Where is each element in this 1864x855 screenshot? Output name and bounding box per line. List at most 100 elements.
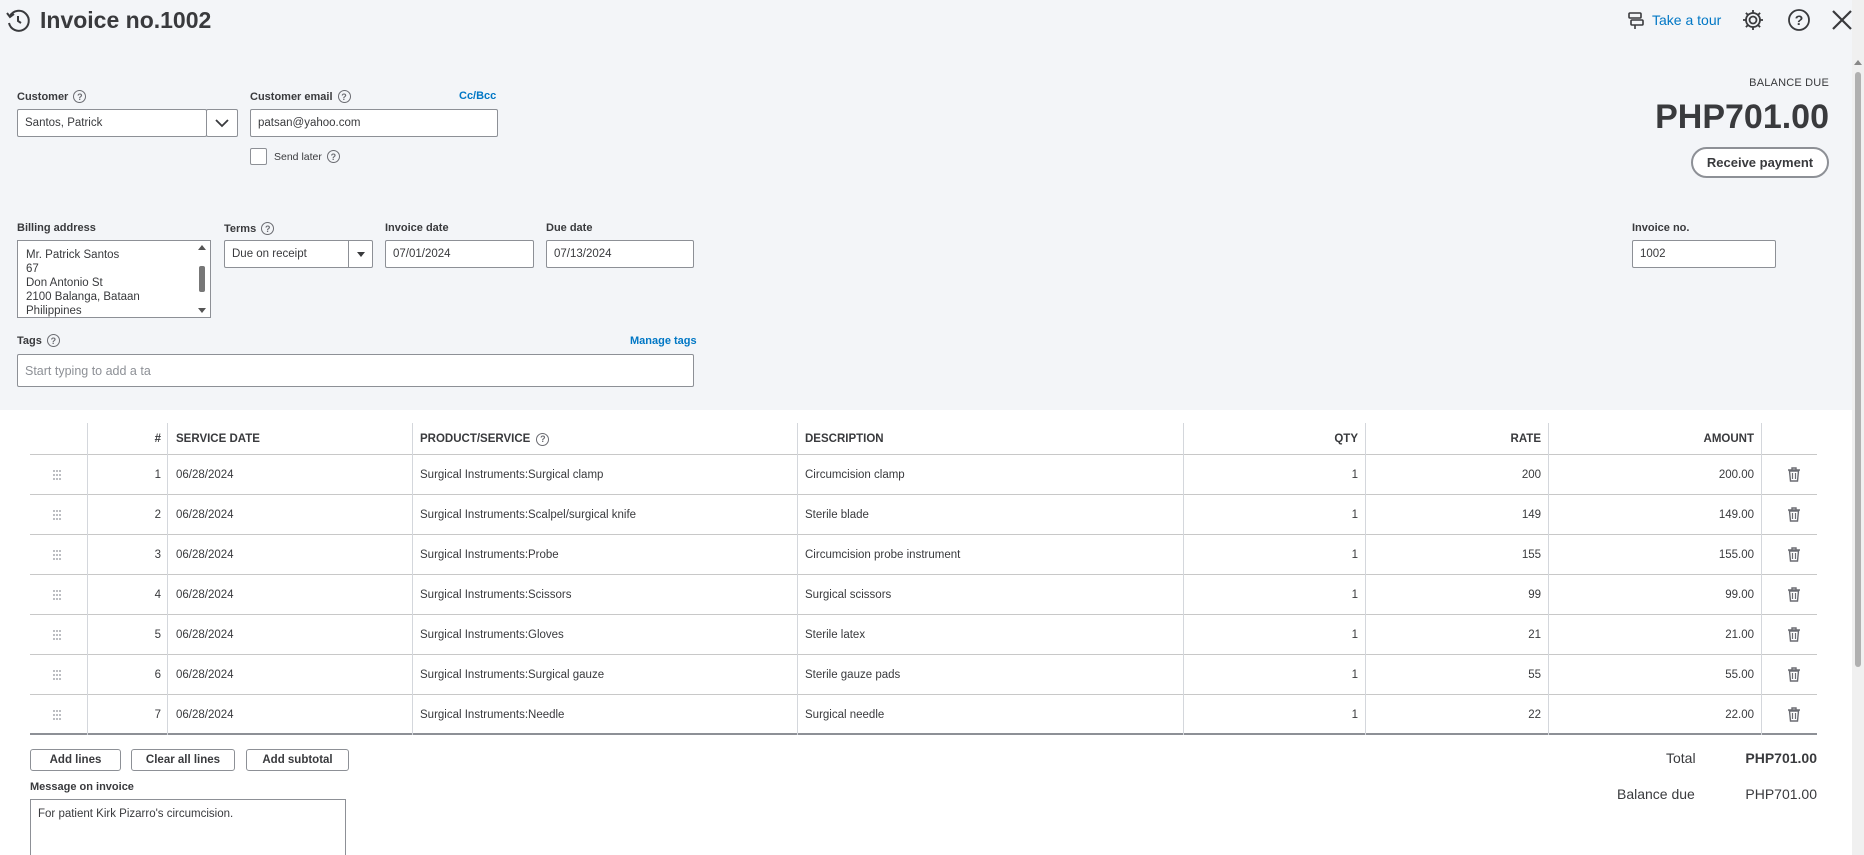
table-row[interactable]: 7 06/28/2024 Surgical Instruments:Needle Su…: [30, 695, 1817, 735]
cell-amount[interactable]: 22.00: [1548, 695, 1754, 735]
trash-icon[interactable]: [1787, 587, 1801, 602]
table-row[interactable]: 4 06/28/2024 Surgical Instruments:Scissors…: [30, 575, 1817, 615]
trash-icon[interactable]: [1787, 547, 1801, 562]
cell-amount[interactable]: 200.00: [1548, 455, 1754, 495]
cell-amount[interactable]: 149.00: [1548, 495, 1754, 535]
cell-rate[interactable]: 55: [1365, 655, 1541, 695]
terms-select[interactable]: Due on receipt: [224, 240, 373, 268]
table-row[interactable]: 5 06/28/2024 Surgical Instruments:Gloves St…: [30, 615, 1817, 655]
drag-handle-icon[interactable]: [52, 550, 62, 560]
invoice-no-field[interactable]: 1002: [1632, 240, 1776, 268]
cell-product[interactable]: Surgical Instruments:Surgical clamp: [420, 455, 603, 495]
tags-input[interactable]: Start typing to add a ta: [17, 354, 694, 387]
customer-dropdown-button[interactable]: [206, 109, 238, 137]
page-scrollbar[interactable]: [1852, 0, 1864, 855]
cell-rate[interactable]: 149: [1365, 495, 1541, 535]
clear-all-lines-button[interactable]: Clear all lines: [131, 749, 235, 771]
add-lines-button[interactable]: Add lines: [30, 749, 121, 771]
cell-description[interactable]: Surgical needle: [805, 695, 884, 735]
invoice-date-field[interactable]: 07/01/2024: [385, 240, 534, 268]
help-icon[interactable]: ?: [1787, 8, 1811, 32]
cell-amount[interactable]: 21.00: [1548, 615, 1754, 655]
cell-qty[interactable]: 1: [1183, 695, 1358, 735]
cell-product[interactable]: Surgical Instruments:Probe: [420, 535, 559, 575]
cell-rate[interactable]: 99: [1365, 575, 1541, 615]
cell-amount[interactable]: 99.00: [1548, 575, 1754, 615]
cc-bcc-link[interactable]: Cc/Bcc: [459, 90, 496, 102]
drag-handle-icon[interactable]: [52, 510, 62, 520]
help-circle-icon[interactable]: ?: [326, 150, 340, 163]
customer-select[interactable]: Santos, Patrick: [17, 109, 207, 137]
textarea-scrollbar[interactable]: [195, 242, 209, 316]
cell-rate[interactable]: 22: [1365, 695, 1541, 735]
trash-icon[interactable]: [1787, 507, 1801, 522]
due-date-field[interactable]: 07/13/2024: [546, 240, 694, 268]
billing-address-field[interactable]: Mr. Patrick Santos 67 Don Antonio St 210…: [17, 240, 211, 318]
cell-product[interactable]: Surgical Instruments:Scissors: [420, 575, 571, 615]
trash-icon[interactable]: [1787, 707, 1801, 722]
gear-icon[interactable]: [1741, 8, 1765, 32]
cell-product[interactable]: Surgical Instruments:Surgical gauze: [420, 655, 604, 695]
cell-date[interactable]: 06/28/2024: [176, 615, 234, 655]
cell-product[interactable]: Surgical Instruments:Needle: [420, 695, 564, 735]
column-divider: [797, 535, 798, 575]
cell-rate[interactable]: 200: [1365, 455, 1541, 495]
help-circle-icon[interactable]: ?: [536, 432, 550, 446]
message-on-invoice-field[interactable]: For patient Kirk Pizarro's circumcision.: [30, 799, 346, 855]
cell-rate[interactable]: 155: [1365, 535, 1541, 575]
trash-icon[interactable]: [1787, 667, 1801, 682]
drag-handle-icon[interactable]: [52, 710, 62, 720]
scroll-up-arrow-icon[interactable]: [1854, 60, 1862, 65]
cell-description[interactable]: Circumcision clamp: [805, 455, 905, 495]
cell-amount[interactable]: 55.00: [1548, 655, 1754, 695]
balance-due-total-label: Balance due: [1617, 786, 1695, 802]
scrollbar-thumb[interactable]: [1855, 72, 1861, 667]
cell-date[interactable]: 06/28/2024: [176, 535, 234, 575]
cell-date[interactable]: 06/28/2024: [176, 695, 234, 735]
cell-description[interactable]: Sterile gauze pads: [805, 655, 900, 695]
cell-qty[interactable]: 1: [1183, 575, 1358, 615]
table-body: 1 06/28/2024 Surgical Instruments:Surgical…: [30, 455, 1817, 735]
manage-tags-link[interactable]: Manage tags: [630, 335, 697, 347]
cell-date[interactable]: 06/28/2024: [176, 575, 234, 615]
send-later-checkbox[interactable]: [250, 148, 267, 165]
drag-handle-icon[interactable]: [52, 590, 62, 600]
help-circle-icon[interactable]: ?: [337, 90, 351, 103]
take-a-tour-link[interactable]: Take a tour: [1626, 10, 1721, 30]
cell-date[interactable]: 06/28/2024: [176, 495, 234, 535]
cell-date[interactable]: 06/28/2024: [176, 455, 234, 495]
cell-qty[interactable]: 1: [1183, 615, 1358, 655]
help-circle-icon[interactable]: ?: [46, 334, 60, 347]
help-circle-icon[interactable]: ?: [73, 90, 87, 103]
receive-payment-button[interactable]: Receive payment: [1691, 147, 1829, 178]
cell-date[interactable]: 06/28/2024: [176, 655, 234, 695]
cell-qty[interactable]: 1: [1183, 655, 1358, 695]
drag-handle-icon[interactable]: [52, 670, 62, 680]
cell-description[interactable]: Circumcision probe instrument: [805, 535, 960, 575]
cell-qty[interactable]: 1: [1183, 495, 1358, 535]
drag-handle-icon[interactable]: [52, 470, 62, 480]
cell-rate[interactable]: 21: [1365, 615, 1541, 655]
cell-description[interactable]: Sterile latex: [805, 615, 865, 655]
cell-qty[interactable]: 1: [1183, 535, 1358, 575]
cell-product[interactable]: Surgical Instruments:Scalpel/surgical kn…: [420, 495, 636, 535]
close-icon[interactable]: [1830, 8, 1854, 32]
cell-qty[interactable]: 1: [1183, 455, 1358, 495]
table-row[interactable]: 2 06/28/2024 Surgical Instruments:Scalpel/…: [30, 495, 1817, 535]
cell-description[interactable]: Sterile blade: [805, 495, 869, 535]
cell-amount[interactable]: 155.00: [1548, 535, 1754, 575]
trash-icon[interactable]: [1787, 467, 1801, 482]
customer-email-field[interactable]: patsan@yahoo.com: [250, 109, 498, 137]
table-row[interactable]: 1 06/28/2024 Surgical Instruments:Surgical…: [30, 455, 1817, 495]
recent-transactions-icon[interactable]: [5, 8, 31, 34]
add-subtotal-button[interactable]: Add subtotal: [246, 749, 349, 771]
table-row[interactable]: 6 06/28/2024 Surgical Instruments:Surgical…: [30, 655, 1817, 695]
column-divider: [412, 423, 413, 455]
trash-icon[interactable]: [1787, 627, 1801, 642]
terms-dropdown-button[interactable]: [348, 241, 372, 267]
table-row[interactable]: 3 06/28/2024 Surgical Instruments:Probe Cir…: [30, 535, 1817, 575]
cell-description[interactable]: Surgical scissors: [805, 575, 891, 615]
drag-handle-icon[interactable]: [52, 630, 62, 640]
help-circle-icon[interactable]: ?: [261, 222, 275, 235]
cell-product[interactable]: Surgical Instruments:Gloves: [420, 615, 564, 655]
